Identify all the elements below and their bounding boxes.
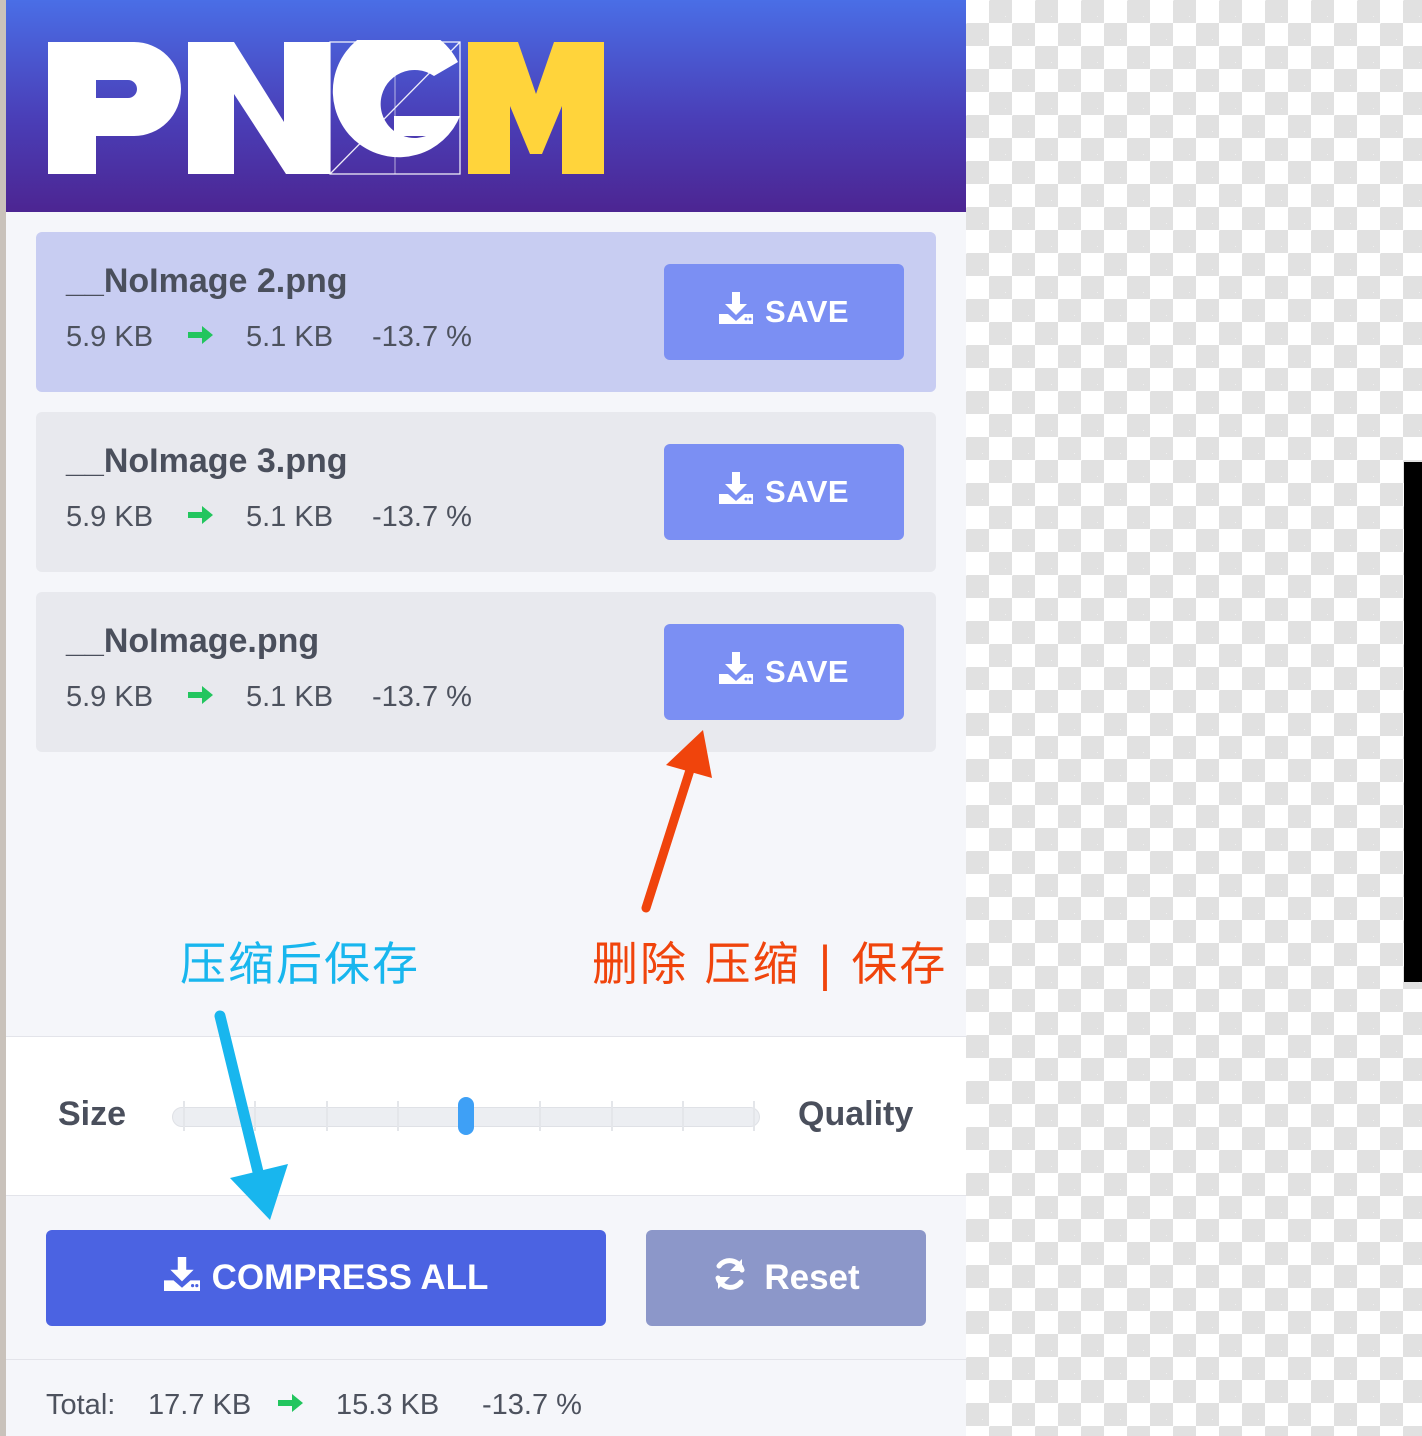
original-size: 5.9 KB: [66, 320, 154, 353]
slider-tick: [183, 1101, 185, 1131]
transparent-preview-area: [966, 0, 1422, 1436]
annotation-compress-save: 压缩后保存: [180, 937, 420, 991]
arrow-right-icon: [186, 681, 246, 714]
original-size: 5.9 KB: [66, 680, 154, 713]
total-row: Total: 17.7 KB 15.3 KB -13.7 %: [46, 1388, 582, 1422]
slider-tick: [610, 1101, 613, 1131]
file-stats: 5.9 KB 5.1 KB -13.7 %: [66, 680, 472, 714]
quality-settings: Size Quality: [6, 1036, 966, 1196]
compression-ratio: -13.7 %: [372, 500, 472, 533]
annotation-delete-compress-save: 删除 压缩 | 保存: [592, 937, 948, 991]
file-item[interactable]: __NoImage 2.png 5.9 KB 5.1 KB -13.7 % SAVE: [36, 232, 936, 392]
download-icon: [718, 292, 753, 332]
slider-tick: [539, 1101, 542, 1131]
original-size: 5.9 KB: [66, 500, 154, 533]
file-list: __NoImage 2.png 5.9 KB 5.1 KB -13.7 % SAVE…: [36, 232, 936, 772]
total-label: Total:: [46, 1388, 116, 1421]
save-label: SAVE: [764, 654, 850, 689]
slider-tick: [681, 1101, 684, 1131]
save-label: SAVE: [764, 294, 850, 329]
save-button[interactable]: SAVE: [664, 624, 904, 720]
app-header: [6, 0, 966, 212]
save-button[interactable]: SAVE: [664, 264, 904, 360]
arrow-right-icon: [276, 1389, 336, 1422]
save-label: SAVE: [764, 474, 850, 509]
total-compressed-size: 15.3 KB: [336, 1388, 440, 1421]
preview-image-edge: [1404, 462, 1422, 982]
slider-tick: [753, 1101, 755, 1131]
action-bar: COMPRESS ALL Reset: [6, 1196, 966, 1360]
file-stats: 5.9 KB 5.1 KB -13.7 %: [66, 320, 472, 354]
file-item[interactable]: __NoImage.png 5.9 KB 5.1 KB -13.7 % SAVE: [36, 592, 936, 752]
reset-label: Reset: [764, 1258, 860, 1297]
total-compression-ratio: -13.7 %: [482, 1388, 582, 1421]
app-logo: [48, 40, 604, 175]
arrow-right-icon: [186, 321, 246, 354]
screen: __NoImage 2.png 5.9 KB 5.1 KB -13.7 % SAVE…: [0, 0, 1422, 1436]
file-name: __NoImage 2.png: [66, 262, 348, 300]
file-name: __NoImage 3.png: [66, 442, 348, 480]
file-item[interactable]: __NoImage 3.png 5.9 KB 5.1 KB -13.7 % SAVE: [36, 412, 936, 572]
compressed-size: 5.1 KB: [246, 680, 334, 713]
save-button[interactable]: SAVE: [664, 444, 904, 540]
download-icon: [163, 1256, 200, 1300]
slider-tick: [254, 1101, 257, 1131]
reset-button[interactable]: Reset: [646, 1230, 926, 1326]
compressed-size: 5.1 KB: [246, 500, 334, 533]
download-icon: [718, 472, 753, 512]
slider-tick: [325, 1101, 328, 1131]
compress-all-label: COMPRESS ALL: [211, 1258, 489, 1297]
total-original-size: 17.7 KB: [148, 1388, 252, 1421]
quality-label: Quality: [798, 1095, 914, 1133]
slider-tick: [396, 1101, 399, 1131]
size-label: Size: [58, 1095, 127, 1133]
compress-all-button[interactable]: COMPRESS ALL: [46, 1230, 606, 1326]
download-icon: [718, 652, 753, 692]
file-stats: 5.9 KB 5.1 KB -13.7 %: [66, 500, 472, 534]
compressed-size: 5.1 KB: [246, 320, 334, 353]
quality-slider-thumb[interactable]: [458, 1097, 474, 1135]
refresh-icon: [712, 1256, 748, 1301]
file-name: __NoImage.png: [66, 622, 320, 660]
compression-ratio: -13.7 %: [372, 320, 472, 353]
total-summary: Total: 17.7 KB 15.3 KB -13.7 %: [6, 1360, 966, 1436]
arrow-right-icon: [186, 501, 246, 534]
compression-ratio: -13.7 %: [372, 680, 472, 713]
